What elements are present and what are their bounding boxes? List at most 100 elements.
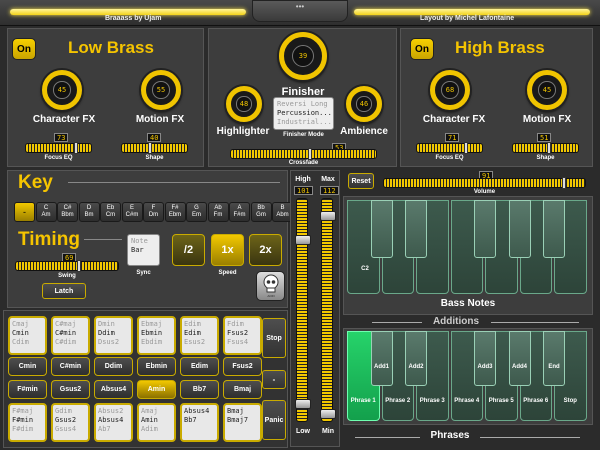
low-thumb[interactable] <box>295 399 311 409</box>
bass-black-key[interactable] <box>474 200 496 258</box>
swing-slider[interactable] <box>15 260 119 272</box>
slider-thumb[interactable] <box>308 148 312 160</box>
chord-option[interactable]: Ebdim <box>141 338 172 347</box>
bass-black-key[interactable] <box>370 200 393 258</box>
chord-option[interactable]: C#dim <box>55 338 86 347</box>
chord-option[interactable]: Bb7 <box>184 416 215 425</box>
key-button[interactable]: F Dm <box>143 202 164 222</box>
bass-black-key[interactable] <box>543 200 565 258</box>
finisher-knob[interactable]: 39 <box>279 32 327 80</box>
chord-picker[interactable]: Amaj Amin Adim <box>137 403 176 442</box>
key-button[interactable]: A F#m <box>229 202 250 222</box>
chord-option[interactable]: F#min <box>12 416 43 425</box>
speed-half-button[interactable]: /2 <box>172 234 205 266</box>
high-focus-eq-slider[interactable] <box>416 142 483 154</box>
finisher-mode-selected[interactable]: Percussion... <box>277 109 332 118</box>
chord-option[interactable]: Dmin <box>98 320 129 329</box>
key-button[interactable]: C Am <box>35 202 57 222</box>
chord-picker[interactable]: Fdim Fsus2 Fsus4 <box>223 316 262 355</box>
chord-option[interactable]: Absus2 <box>98 407 129 416</box>
menu-icon[interactable]: ••• <box>296 2 304 11</box>
chord-option[interactable]: Fsus2 <box>227 329 258 338</box>
finisher-mode-option[interactable]: Industrial... <box>277 118 332 127</box>
chord-picker[interactable]: Bmaj Bmaj7 <box>223 403 262 442</box>
chord-button[interactable]: Bb7 <box>180 380 219 399</box>
key-button[interactable]: G Em <box>186 202 207 222</box>
addition-black-key[interactable]: Add1 <box>370 331 393 386</box>
high-motion-fx-knob[interactable]: 45 <box>527 70 567 110</box>
slider-thumb[interactable] <box>464 142 468 154</box>
finisher-mode-picker[interactable]: Reversi Long Percussion... Industrial... <box>273 97 334 130</box>
chord-button[interactable]: F#min <box>8 380 47 399</box>
chord-option[interactable]: Amaj <box>141 407 172 416</box>
high-brass-on-button[interactable]: On <box>410 38 434 60</box>
chord-option[interactable]: Adim <box>141 425 172 434</box>
addition-black-key[interactable]: End <box>543 331 565 386</box>
bass-black-key[interactable] <box>508 200 531 258</box>
chord-option[interactable]: Absus4 <box>98 416 129 425</box>
chord-option[interactable]: Cdim <box>12 338 43 347</box>
chord-option[interactable]: Ddim <box>98 329 129 338</box>
chord-picker[interactable]: Gdim Gsus2 Gsus4 <box>51 403 90 442</box>
chord-button[interactable]: Edim <box>180 357 219 376</box>
chord-panic-button[interactable]: Panic <box>262 400 286 440</box>
chord-button[interactable]: Fsus2 <box>223 357 262 376</box>
chord-option[interactable]: Dsus2 <box>98 338 129 347</box>
volume-slider[interactable] <box>383 177 586 189</box>
sync-picker[interactable]: Note Bar <box>127 234 160 266</box>
key-button[interactable]: E C#m <box>121 202 143 222</box>
chord-option[interactable]: Fdim <box>227 320 258 329</box>
high-thumb[interactable] <box>295 235 311 245</box>
chord-dash-button[interactable]: - <box>262 370 286 389</box>
slider-thumb[interactable] <box>77 260 81 272</box>
speed-1x-button[interactable]: 1x <box>211 234 244 266</box>
addition-black-key[interactable]: Add2 <box>405 331 427 386</box>
chord-option[interactable]: Esus2 <box>184 338 215 347</box>
chord-option[interactable]: Gsus4 <box>55 425 86 434</box>
chord-option[interactable]: Amin <box>141 416 172 425</box>
latch-button[interactable]: Latch <box>42 283 86 299</box>
chord-option[interactable]: Ab7 <box>98 425 129 434</box>
ambience-knob[interactable]: 46 <box>346 86 382 122</box>
sync-selected[interactable]: Bar <box>131 246 156 255</box>
chord-option[interactable]: Cmin <box>12 329 43 338</box>
low-character-fx-knob[interactable]: 45 <box>42 70 82 110</box>
menu-tab[interactable]: ••• <box>252 0 348 22</box>
chord-button[interactable]: C#min <box>51 357 90 376</box>
low-focus-eq-slider[interactable] <box>25 142 92 154</box>
chord-picker[interactable]: Absus4 Bb7 <box>180 403 219 442</box>
chord-option[interactable]: Bmaj7 <box>227 416 258 425</box>
finisher-mode-option[interactable]: Reversi Long <box>277 100 330 109</box>
chord-button[interactable]: Ebmin <box>137 357 176 376</box>
high-low-range-slider[interactable] <box>295 198 311 422</box>
key-button[interactable]: D Bm <box>78 202 100 222</box>
min-thumb[interactable] <box>320 409 336 419</box>
sync-option[interactable]: Note <box>131 237 156 246</box>
crossfade-slider[interactable] <box>230 148 377 160</box>
chord-button[interactable]: Cmin <box>8 357 47 376</box>
slider-thumb[interactable] <box>547 142 551 154</box>
high-shape-slider[interactable] <box>512 142 579 154</box>
key-button[interactable]: C# Bbm <box>57 202 78 222</box>
chord-picker[interactable]: Cmaj Cmin Cdim <box>8 316 47 355</box>
chord-button[interactable]: Amin <box>137 380 176 399</box>
key-button[interactable]: F# Ebm <box>164 202 186 222</box>
highlighter-knob[interactable]: 48 <box>226 86 262 122</box>
key-button[interactable]: Eb Cm <box>100 202 121 222</box>
speed-2x-button[interactable]: 2x <box>249 234 282 266</box>
high-character-fx-knob[interactable]: 68 <box>430 70 470 110</box>
chord-button[interactable]: Ddim <box>94 357 133 376</box>
max-min-range-slider[interactable] <box>320 198 336 422</box>
reset-button[interactable]: Reset <box>348 173 374 189</box>
low-shape-slider[interactable] <box>121 142 188 154</box>
chord-option[interactable]: Gdim <box>55 407 86 416</box>
addition-black-key[interactable]: Add4 <box>508 331 531 386</box>
chord-option[interactable]: Absus4 <box>184 407 215 416</box>
low-motion-fx-knob[interactable]: 55 <box>141 70 181 110</box>
chord-option[interactable]: C#maj <box>55 320 86 329</box>
bass-black-key[interactable] <box>405 200 427 258</box>
chord-picker[interactable]: Absus2 Absus4 Ab7 <box>94 403 133 442</box>
chord-stop-button[interactable]: Stop <box>262 318 286 358</box>
addition-black-key[interactable]: Add3 <box>474 331 496 386</box>
chord-option[interactable]: Fsus4 <box>227 338 258 347</box>
